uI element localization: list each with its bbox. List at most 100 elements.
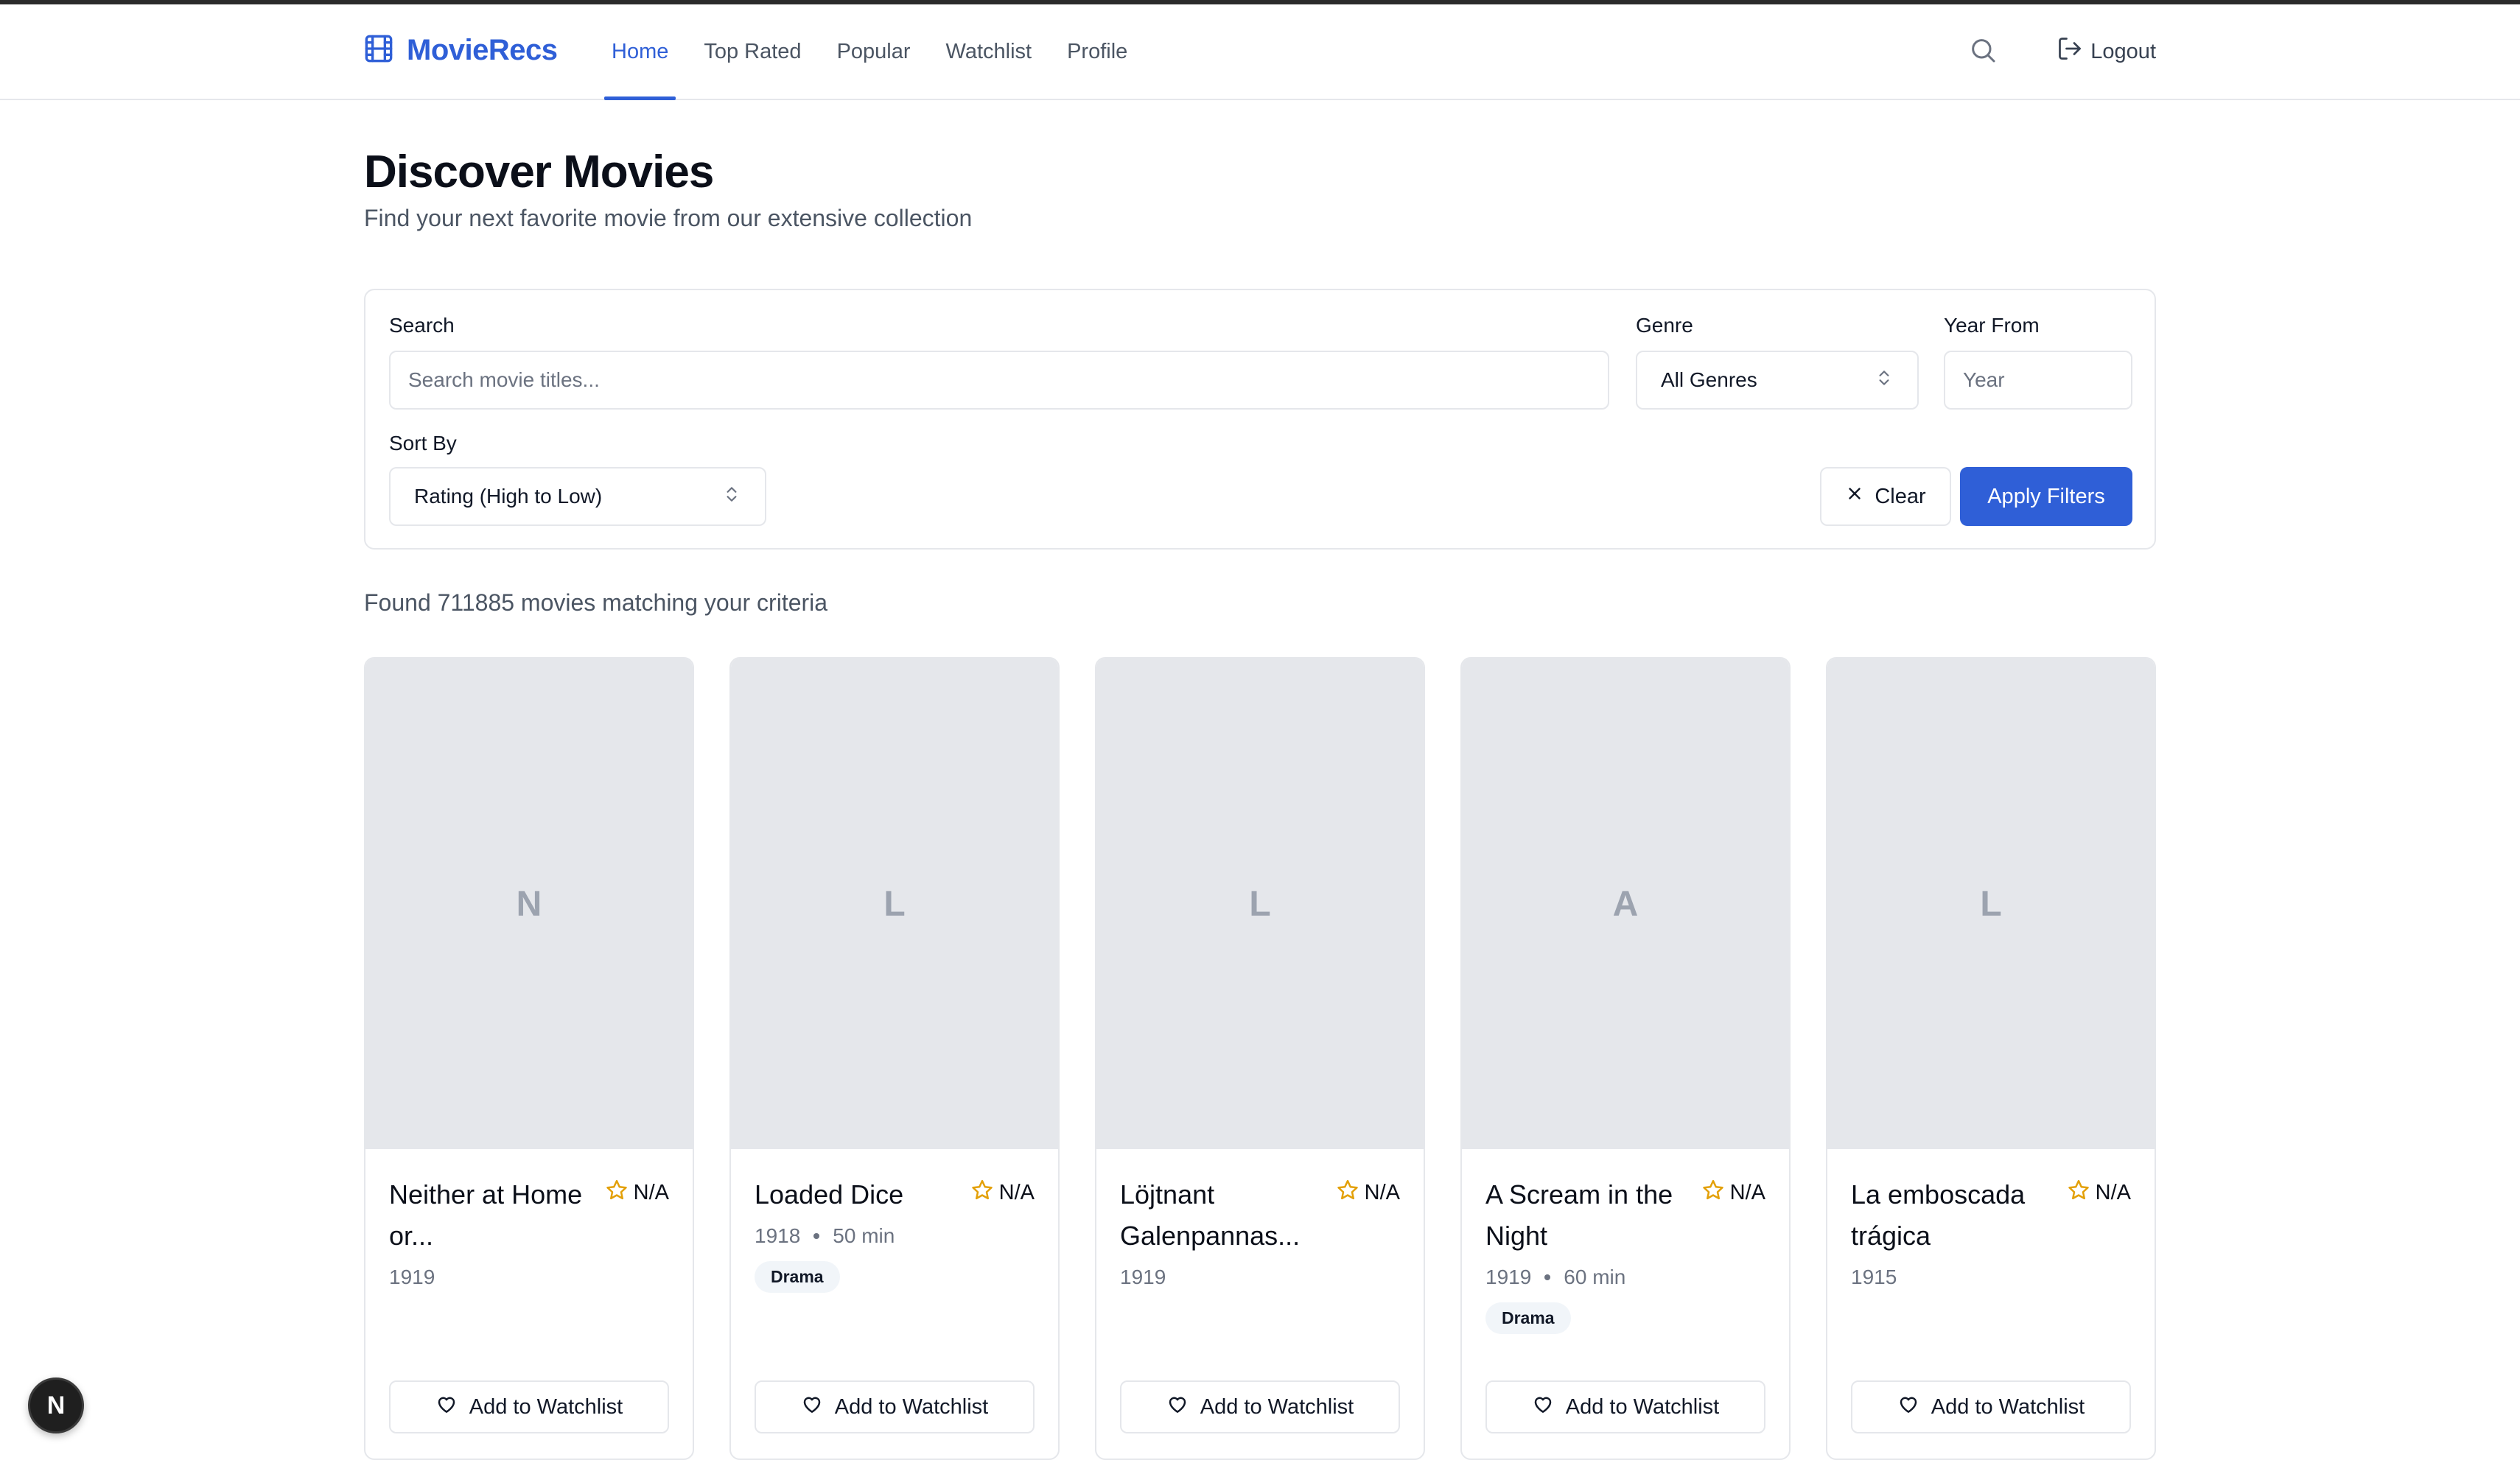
movie-title[interactable]: La emboscada trágica <box>1851 1174 2065 1257</box>
movie-meta: 1919 <box>1120 1266 1400 1289</box>
add-to-watchlist-button[interactable]: Add to Watchlist <box>755 1380 1035 1433</box>
movie-card[interactable]: A A Scream in the Night N/A 1919 60 min … <box>1460 657 1791 1460</box>
chevron-up-down-icon <box>1875 368 1894 393</box>
watchlist-label: Add to Watchlist <box>469 1394 623 1419</box>
movie-rating: N/A <box>606 1179 669 1207</box>
poster-initial: L <box>1249 884 1271 924</box>
movie-year: 1919 <box>1485 1266 1532 1288</box>
nav-profile[interactable]: Profile <box>1060 4 1135 99</box>
chevron-up-down-icon <box>722 485 741 509</box>
movie-card[interactable]: N Neither at Home or... N/A 1919 Add to … <box>364 657 694 1460</box>
sort-label: Sort By <box>389 432 457 455</box>
watchlist-label: Add to Watchlist <box>1200 1394 1354 1419</box>
star-icon <box>1702 1179 1724 1207</box>
movie-rating: N/A <box>1702 1179 1765 1207</box>
genre-label: Genre <box>1636 314 1693 337</box>
star-icon <box>971 1179 993 1207</box>
nav-popular[interactable]: Popular <box>830 4 918 99</box>
genre-badge: Drama <box>755 1261 840 1293</box>
add-to-watchlist-button[interactable]: Add to Watchlist <box>389 1380 669 1433</box>
search-input[interactable]: Search movie titles... <box>389 351 1609 410</box>
poster-placeholder: L <box>1096 659 1424 1149</box>
rating-value: N/A <box>633 1180 669 1204</box>
poster-initial: L <box>883 884 906 924</box>
watchlist-label: Add to Watchlist <box>1565 1394 1720 1419</box>
poster-initial: L <box>1980 884 2002 924</box>
movie-grid: N Neither at Home or... N/A 1919 Add to … <box>364 657 2156 1460</box>
movie-title[interactable]: A Scream in the Night <box>1485 1174 1699 1257</box>
nav-top-rated[interactable]: Top Rated <box>696 4 808 99</box>
add-to-watchlist-button[interactable]: Add to Watchlist <box>1485 1380 1765 1433</box>
main-nav: Home Top Rated Popular Watchlist Profile <box>604 4 1155 100</box>
dev-tools-badge[interactable]: N <box>28 1377 84 1433</box>
sort-value: Rating (High to Low) <box>414 485 603 508</box>
movie-card[interactable]: L Löjtnant Galenpannas... N/A 1919 Add t… <box>1095 657 1425 1460</box>
heart-icon <box>435 1393 458 1421</box>
rating-value: N/A <box>998 1180 1035 1204</box>
separator-dot <box>1544 1274 1551 1280</box>
star-icon <box>1337 1179 1359 1207</box>
heart-icon <box>1532 1393 1554 1421</box>
movie-title[interactable]: Löjtnant Galenpannas... <box>1120 1174 1334 1257</box>
add-to-watchlist-button[interactable]: Add to Watchlist <box>1120 1380 1400 1433</box>
poster-placeholder: A <box>1462 659 1789 1149</box>
watchlist-label: Add to Watchlist <box>834 1394 989 1419</box>
logout-label: Logout <box>2090 39 2156 63</box>
watchlist-label: Add to Watchlist <box>1931 1394 2085 1419</box>
results-count: Found 711885 movies matching your criter… <box>364 589 828 616</box>
movie-title[interactable]: Neither at Home or... <box>389 1174 603 1257</box>
genre-value: All Genres <box>1661 368 1757 391</box>
movie-meta: 1919 <box>389 1266 669 1289</box>
search-icon[interactable] <box>1968 35 1998 69</box>
top-navbar: MovieRecs Home Top Rated Popular Watchli… <box>0 4 2520 100</box>
heart-icon <box>1166 1393 1189 1421</box>
main-content: Discover Movies Find your next favorite … <box>364 100 2156 1460</box>
apply-filters-button[interactable]: Apply Filters <box>1960 467 2132 526</box>
nav-home[interactable]: Home <box>604 4 676 100</box>
film-icon <box>364 34 393 67</box>
movie-meta: 1918 50 min <box>755 1224 1035 1248</box>
search-label: Search <box>389 314 455 337</box>
filters-panel: Search Search movie titles... Genre All … <box>364 289 2156 550</box>
star-icon <box>606 1179 628 1207</box>
movie-rating: N/A <box>971 1179 1035 1207</box>
poster-placeholder: L <box>731 659 1058 1149</box>
movie-year: 1918 <box>755 1224 801 1247</box>
poster-placeholder: L <box>1827 659 2155 1149</box>
movie-duration: 50 min <box>833 1224 895 1247</box>
poster-initial: N <box>516 884 542 924</box>
brand-name: MovieRecs <box>407 34 558 66</box>
movie-card[interactable]: L Loaded Dice N/A 1918 50 min Drama Add … <box>729 657 1060 1460</box>
poster-initial: A <box>1612 884 1639 924</box>
movie-card[interactable]: L La emboscada trágica N/A 1915 Add to W… <box>1826 657 2156 1460</box>
clear-label: Clear <box>1875 484 1926 508</box>
movie-rating: N/A <box>1337 1179 1400 1207</box>
rating-value: N/A <box>1729 1180 1765 1204</box>
nav-watchlist[interactable]: Watchlist <box>939 4 1040 99</box>
sort-select[interactable]: Rating (High to Low) <box>389 467 766 526</box>
separator-dot <box>813 1233 820 1239</box>
page-subtitle: Find your next favorite movie from our e… <box>364 205 973 232</box>
year-from-label: Year From <box>1944 314 2040 337</box>
page-title: Discover Movies <box>364 147 714 197</box>
clear-button[interactable]: Clear <box>1820 467 1951 526</box>
rating-value: N/A <box>1364 1180 1400 1204</box>
close-icon <box>1845 484 1864 509</box>
movie-meta: 1919 60 min <box>1485 1266 1765 1289</box>
year-from-input[interactable]: Year <box>1944 351 2132 410</box>
rating-value: N/A <box>2095 1180 2131 1204</box>
movie-title[interactable]: Loaded Dice <box>755 1174 968 1215</box>
search-placeholder: Search movie titles... <box>408 368 600 391</box>
nav-actions: Logout <box>1968 4 2156 99</box>
logout-button[interactable]: Logout <box>2057 35 2156 68</box>
year-placeholder: Year <box>1963 368 2005 391</box>
movie-meta: 1915 <box>1851 1266 2131 1289</box>
genre-select[interactable]: All Genres <box>1636 351 1919 410</box>
star-icon <box>2068 1179 2090 1207</box>
movie-rating: N/A <box>2068 1179 2131 1207</box>
brand[interactable]: MovieRecs <box>364 34 558 67</box>
movie-year: 1919 <box>1120 1266 1166 1288</box>
add-to-watchlist-button[interactable]: Add to Watchlist <box>1851 1380 2131 1433</box>
movie-year: 1915 <box>1851 1266 1897 1288</box>
heart-icon <box>1897 1393 1919 1421</box>
